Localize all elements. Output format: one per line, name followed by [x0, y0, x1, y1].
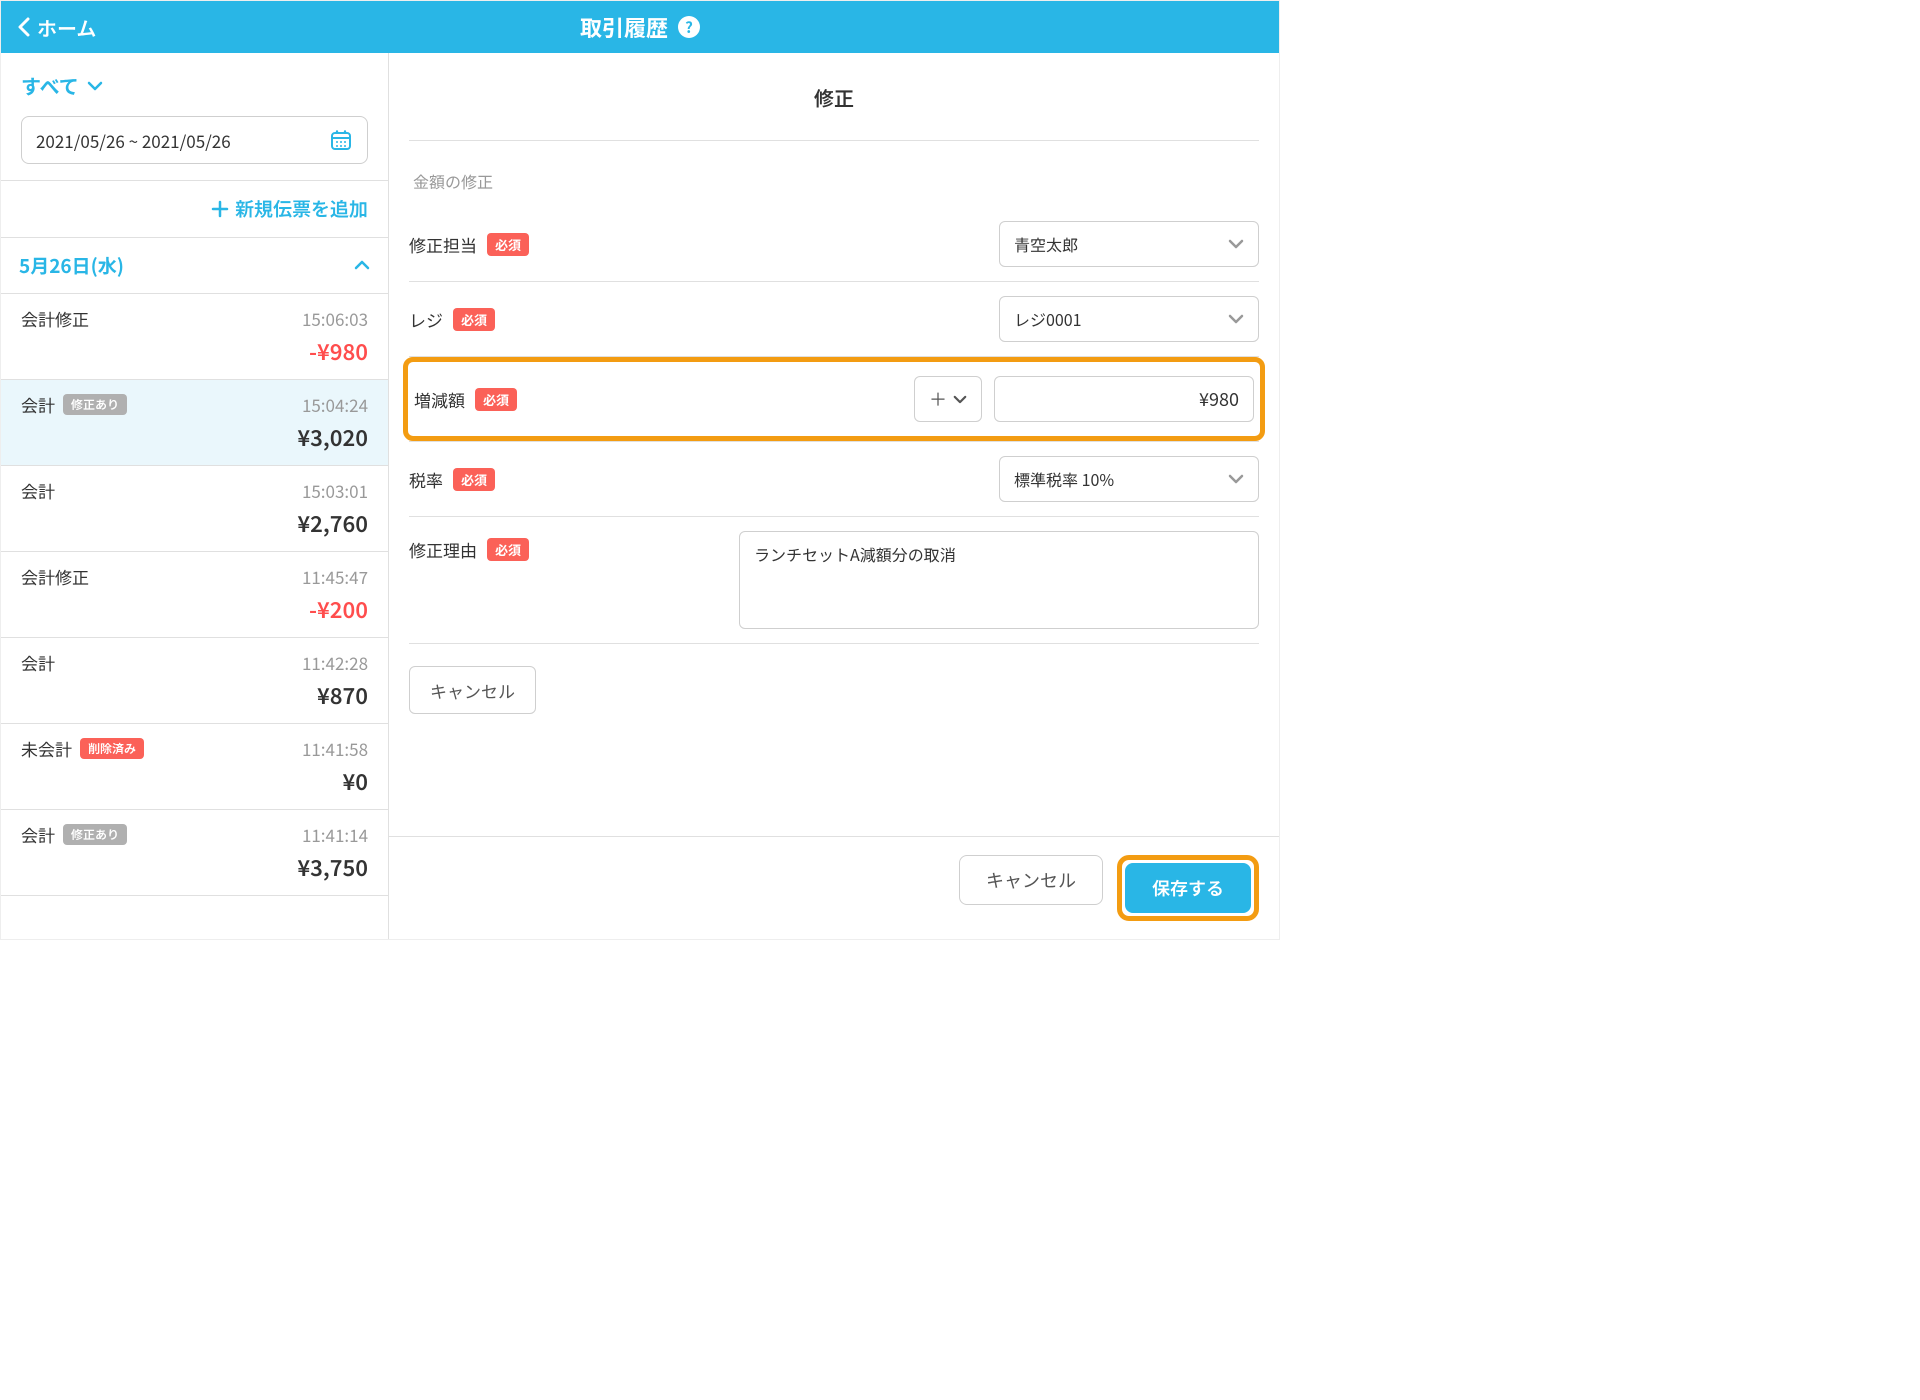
app-header: ホーム 取引履歴 ?	[1, 1, 1279, 53]
required-badge: 必須	[487, 233, 529, 256]
status-badge: 削除済み	[80, 738, 144, 759]
save-button[interactable]: 保存する	[1125, 863, 1251, 913]
form-title: 修正	[409, 53, 1259, 141]
add-slip-button[interactable]: 新規伝票を追加	[211, 195, 368, 222]
form-section-label: 金額の修正	[409, 141, 1259, 207]
status-badge: 修正あり	[63, 394, 127, 415]
date-group-header[interactable]: 5月26日(水)	[1, 238, 388, 294]
register-select[interactable]: レジ0001	[999, 296, 1259, 342]
status-badge: 修正あり	[63, 824, 127, 845]
tx-amount: ¥870	[21, 679, 368, 711]
save-highlight: 保存する	[1117, 855, 1259, 921]
tx-time: 11:45:47	[302, 564, 368, 589]
chevron-down-icon	[953, 395, 967, 404]
tx-title: 会計修正	[21, 306, 89, 331]
required-badge: 必須	[453, 468, 495, 491]
transaction-item[interactable]: 未会計削除済み 11:41:58 ¥0	[1, 724, 388, 810]
filter-dropdown[interactable]: すべて	[21, 71, 368, 100]
transaction-item[interactable]: 会計 15:03:01 ¥2,760	[1, 466, 388, 552]
chevron-left-icon	[17, 17, 31, 37]
field-reason: 修正理由 必須	[409, 517, 1259, 644]
field-register: レジ 必須 レジ0001	[409, 282, 1259, 357]
reason-textarea[interactable]	[739, 531, 1259, 629]
amount-highlight: 増減額 必須 ＋	[403, 357, 1265, 441]
tx-title: 会計	[21, 822, 55, 847]
tax-select[interactable]: 標準税率 10%	[999, 456, 1259, 502]
chevron-down-icon	[1228, 474, 1244, 484]
main-panel: 修正 金額の修正 修正担当 必須 青空太郎	[389, 53, 1279, 939]
tx-amount: -¥200	[21, 593, 368, 625]
page-title: 取引履歴 ?	[580, 11, 700, 43]
calendar-icon	[329, 128, 353, 152]
sign-select[interactable]: ＋	[914, 376, 982, 422]
tx-amount: ¥2,760	[21, 507, 368, 539]
sidebar: すべて 2021/05/26 ~ 2021/05/26	[1, 53, 389, 939]
chevron-down-icon	[1228, 314, 1244, 324]
required-badge: 必須	[453, 308, 495, 331]
tx-time: 15:06:03	[302, 306, 368, 331]
chevron-up-icon	[354, 260, 370, 270]
plus-icon	[211, 200, 229, 218]
chevron-down-icon	[1228, 239, 1244, 249]
amount-input[interactable]	[994, 376, 1254, 422]
tx-time: 15:04:24	[302, 392, 368, 417]
tx-time: 11:41:58	[302, 736, 368, 761]
tx-time: 11:42:28	[302, 650, 368, 675]
tx-amount: ¥3,020	[21, 421, 368, 453]
transaction-list: 会計修正15:06:03-¥980会計修正あり15:04:24¥3,020会計1…	[1, 294, 388, 940]
transaction-item[interactable]: 会計修正 15:06:03 -¥980	[1, 294, 388, 380]
tx-title: 会計	[21, 392, 55, 417]
cancel-amount-button[interactable]: キャンセル	[409, 666, 536, 714]
tx-time: 11:41:14	[302, 822, 368, 847]
field-amount: 増減額 必須 ＋	[414, 362, 1254, 436]
transaction-item[interactable]: 会計修正あり 15:04:24 ¥3,020	[1, 380, 388, 466]
required-badge: 必須	[475, 388, 517, 411]
tx-title: 会計	[21, 478, 55, 503]
help-icon[interactable]: ?	[678, 16, 700, 38]
staff-select[interactable]: 青空太郎	[999, 221, 1259, 267]
tx-title: 会計修正	[21, 564, 89, 589]
transaction-item[interactable]: 会計 11:42:28 ¥870	[1, 638, 388, 724]
home-label: ホーム	[37, 13, 96, 42]
transaction-item[interactable]: 会計修正あり 11:41:14 ¥3,750	[1, 810, 388, 896]
form-footer: キャンセル 保存する	[389, 836, 1279, 939]
date-range-input[interactable]: 2021/05/26 ~ 2021/05/26	[21, 116, 368, 164]
tx-title: 会計	[21, 650, 55, 675]
chevron-down-icon	[87, 81, 103, 91]
tx-amount: ¥3,750	[21, 851, 368, 883]
home-button[interactable]: ホーム	[1, 13, 112, 42]
required-badge: 必須	[487, 538, 529, 561]
tx-amount: ¥0	[21, 765, 368, 797]
tx-time: 15:03:01	[302, 478, 368, 503]
tx-title: 未会計	[21, 736, 72, 761]
cancel-button[interactable]: キャンセル	[959, 855, 1103, 905]
transaction-item[interactable]: 会計修正 11:45:47 -¥200	[1, 552, 388, 638]
tx-amount: -¥980	[21, 335, 368, 367]
field-staff: 修正担当 必須 青空太郎	[409, 207, 1259, 282]
field-tax: 税率 必須 標準税率 10%	[409, 442, 1259, 517]
